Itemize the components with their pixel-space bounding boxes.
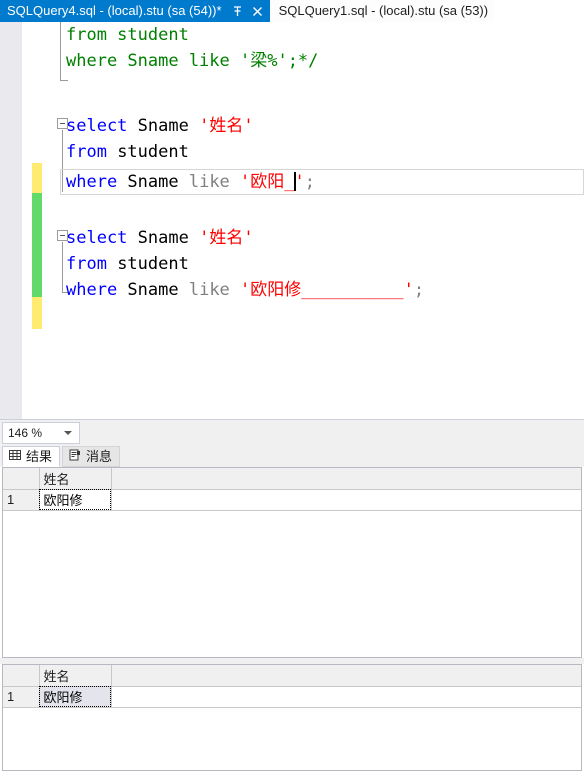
column-header[interactable] — [3, 665, 40, 687]
grid-cell[interactable]: 欧阳修 — [39, 686, 112, 708]
code-token: '欧阳_ — [240, 172, 295, 192]
column-header-name[interactable]: 姓名 — [39, 468, 112, 490]
code-line[interactable]: select Sname '姓名' — [0, 225, 584, 251]
code-token: where — [66, 172, 118, 192]
code-content[interactable]: from student where Sname like '梁%';*/ sele… — [0, 22, 584, 419]
code-token: Sname — [117, 280, 189, 300]
column-header[interactable] — [111, 665, 581, 687]
table-row[interactable]: 1 欧阳修 — [3, 686, 581, 708]
row-number[interactable]: 1 — [3, 489, 40, 511]
tab-sqlquery4-title: SQLQuery4.sql - (local).stu (sa (54))* — [7, 3, 222, 18]
tab-sqlquery4[interactable]: SQLQuery4.sql - (local).stu (sa (54))* — [0, 0, 270, 22]
editor-tab-strip: SQLQuery4.sql - (local).stu (sa (54))* S… — [0, 0, 584, 22]
code-token: ' — [294, 172, 305, 192]
code-token: select — [66, 116, 128, 136]
tab-buttons — [231, 5, 264, 18]
code-line[interactable]: from student — [0, 251, 584, 277]
column-header[interactable] — [111, 468, 581, 490]
tab-messages-label: 消息 — [86, 449, 113, 464]
zoom-level-combobox[interactable]: 146 % — [2, 422, 80, 444]
tab-results[interactable]: 结果 — [2, 446, 61, 467]
code-token: select — [66, 228, 128, 248]
code-token: Sname — [137, 116, 189, 136]
code-token: '欧阳修__________' — [240, 280, 414, 300]
results-tab-strip: 结果 消息 — [0, 446, 584, 467]
code-token: Sname — [137, 228, 189, 248]
row-number[interactable]: 1 — [3, 686, 40, 708]
code-token: from — [66, 254, 107, 274]
code-line[interactable] — [0, 74, 584, 100]
grid-cell-filler — [111, 489, 581, 511]
code-token: where — [66, 280, 118, 300]
grid-icon — [8, 448, 22, 465]
sql-editor[interactable]: from student where Sname like '梁%';*/ sele… — [0, 22, 584, 419]
table-header-row: 姓名 — [3, 665, 581, 687]
code-token: from — [66, 142, 107, 162]
code-token: from student — [66, 25, 189, 45]
tab-strip-filler — [494, 0, 584, 22]
table-header-row: 姓名 — [3, 468, 581, 490]
code-token: like — [188, 280, 230, 300]
code-token: ; — [413, 280, 425, 300]
code-token: student — [106, 142, 189, 162]
code-line[interactable]: where Sname like '梁%';*/ — [0, 48, 584, 74]
table-row[interactable]: 1 欧阳修 — [3, 489, 581, 511]
tab-results-label: 结果 — [26, 449, 53, 464]
code-line[interactable] — [0, 199, 584, 225]
code-token: '姓名' — [199, 228, 254, 248]
close-icon[interactable] — [251, 5, 264, 18]
code-token: '姓名' — [199, 116, 254, 136]
tab-sqlquery1[interactable]: SQLQuery1.sql - (local).stu (sa (53)) — [269, 0, 495, 22]
code-token: like — [188, 172, 230, 192]
editor-zoom-bar: 146 % — [0, 419, 584, 447]
code-line[interactable]: select Sname '姓名' — [0, 113, 584, 139]
code-token: student — [106, 254, 189, 274]
code-line[interactable]: from student — [0, 139, 584, 165]
zoom-level-value: 146 % — [8, 426, 43, 440]
tab-messages[interactable]: 消息 — [62, 446, 121, 467]
code-token: Sname — [117, 172, 189, 192]
column-header[interactable] — [3, 468, 40, 490]
column-header-name[interactable]: 姓名 — [39, 665, 112, 687]
pin-icon[interactable] — [231, 5, 244, 18]
message-icon — [68, 448, 82, 465]
grid-cell-filler — [111, 686, 581, 708]
result-grid[interactable]: 姓名 1 欧阳修 — [2, 664, 582, 771]
code-token: ; — [304, 172, 316, 192]
chevron-down-icon[interactable] — [64, 431, 72, 435]
grid-cell[interactable]: 欧阳修 — [39, 489, 112, 511]
result-grid[interactable]: 姓名 1 欧阳修 — [2, 467, 582, 658]
code-line[interactable]: from student — [0, 22, 584, 48]
code-token: where Sname like '梁%';*/ — [66, 51, 319, 71]
tab-sqlquery1-title: SQLQuery1.sql - (local).stu (sa (53)) — [278, 3, 489, 18]
code-line[interactable]: where Sname like '欧阳修__________'; — [0, 277, 584, 303]
code-line[interactable]: where Sname like '欧阳_'; — [0, 169, 584, 195]
